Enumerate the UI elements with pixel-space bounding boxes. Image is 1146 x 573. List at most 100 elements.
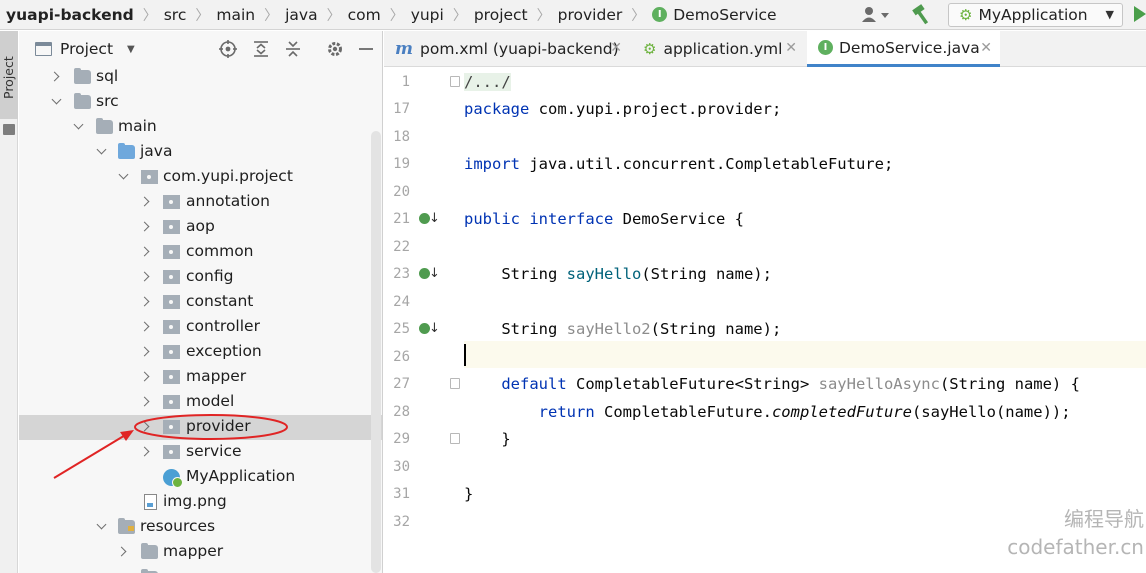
- tree-item-src[interactable]: src: [19, 90, 382, 115]
- run-icon[interactable]: [1134, 6, 1146, 22]
- chevron-right-icon[interactable]: [140, 345, 154, 359]
- chevron-down-icon[interactable]: [95, 145, 109, 159]
- tab-application-yml[interactable]: ⚙ application.yml ✕: [632, 31, 805, 67]
- scrollbar[interactable]: [371, 131, 381, 573]
- code-token: CompletableFuture.: [594, 403, 772, 421]
- line-number: 24: [393, 294, 410, 310]
- chevron-right-icon[interactable]: [140, 445, 154, 459]
- chevron-right-icon[interactable]: [140, 270, 154, 284]
- breadcrumb-item-java[interactable]: java: [285, 6, 317, 24]
- chevron-down-icon[interactable]: [50, 95, 64, 109]
- code-token: sayHelloAsync: [818, 375, 940, 393]
- fold-toggle-icon[interactable]: [450, 378, 460, 389]
- implementations-gutter-icon[interactable]: ↓: [419, 211, 440, 228]
- package-icon: [141, 170, 158, 184]
- breadcrumb-item-src[interactable]: src: [164, 6, 187, 24]
- line-number: 29: [393, 431, 410, 447]
- chevron-right-icon[interactable]: [140, 370, 154, 384]
- code-token: com.yupi.project.provider;: [529, 100, 782, 118]
- line-number: 22: [393, 239, 410, 255]
- folded-region[interactable]: /.../: [464, 73, 511, 91]
- breadcrumb-item-yupi[interactable]: yupi: [411, 6, 444, 24]
- fold-toggle-icon[interactable]: [450, 76, 460, 87]
- code-token: String: [501, 265, 567, 283]
- tree-item-main[interactable]: main: [19, 115, 382, 140]
- chevron-right-icon[interactable]: [140, 195, 154, 209]
- tree-item-mapper[interactable]: mapper: [19, 365, 382, 390]
- breadcrumb-item-demoservice[interactable]: I DemoService: [652, 6, 777, 24]
- tree-item-sql[interactable]: sql: [19, 65, 382, 90]
- chevron-right-icon[interactable]: [140, 395, 154, 409]
- breadcrumb-item-project-pkg[interactable]: project: [474, 6, 528, 24]
- chevron-down-icon: ▼: [1105, 8, 1114, 21]
- tree-item-java[interactable]: java: [19, 140, 382, 165]
- user-account-icon[interactable]: [860, 5, 894, 25]
- tree-item-service[interactable]: service: [19, 440, 382, 465]
- project-window-icon: [35, 42, 52, 56]
- line-number: 32: [393, 514, 410, 530]
- chevron-down-icon[interactable]: [95, 520, 109, 534]
- implementations-gutter-icon[interactable]: ↓: [419, 321, 440, 338]
- tree-item-myapplication[interactable]: MyApplication: [19, 465, 382, 490]
- code-line-17: package com.yupi.project.provider;: [464, 97, 781, 121]
- minimize-icon[interactable]: [356, 39, 376, 59]
- breadcrumb-item-main[interactable]: main: [216, 6, 255, 24]
- tree-item-annotation[interactable]: annotation: [19, 190, 382, 215]
- chevron-right-icon[interactable]: [140, 295, 154, 309]
- tab-demoservice-java[interactable]: I DemoService.java ✕: [807, 31, 1000, 67]
- chevron-down-icon[interactable]: [117, 170, 131, 184]
- breadcrumb-item-com[interactable]: com: [348, 6, 381, 24]
- line-number: 23: [393, 266, 410, 282]
- gear-icon[interactable]: [325, 39, 345, 59]
- tree-item-resources[interactable]: resources: [19, 515, 382, 540]
- chevron-right-icon[interactable]: [140, 245, 154, 259]
- spring-boot-icon: ⚙: [959, 6, 973, 24]
- chevron-right-icon[interactable]: [117, 545, 131, 559]
- tree-item-controller[interactable]: controller: [19, 315, 382, 340]
- code-area[interactable]: /.../ package com.yupi.project.provider;…: [464, 68, 1146, 573]
- tab-pom-xml[interactable]: m pom.xml (yuapi-backend) ✕: [384, 31, 630, 67]
- project-tool-window-button[interactable]: Project: [0, 31, 18, 119]
- folder-icon: [74, 68, 91, 84]
- run-configuration-select[interactable]: ⚙ MyApplication ▼: [948, 3, 1123, 27]
- watermark-line-2: codefather.cn: [1007, 535, 1144, 559]
- tree-item-label: exception: [186, 342, 262, 360]
- package-icon: [163, 445, 180, 459]
- chevron-down-icon[interactable]: [72, 120, 86, 134]
- close-icon[interactable]: ✕: [610, 40, 622, 56]
- folder-icon: [96, 118, 113, 134]
- tree-item-exception[interactable]: exception: [19, 340, 382, 365]
- fold-toggle-icon[interactable]: [450, 433, 460, 444]
- line-number: 28: [393, 404, 410, 420]
- tree-item-partial[interactable]: [19, 565, 382, 573]
- collapse-all-icon[interactable]: [283, 39, 303, 59]
- code-token: public: [464, 210, 520, 228]
- breadcrumb-item-provider[interactable]: provider: [558, 6, 623, 24]
- chevron-right-icon[interactable]: [140, 220, 154, 234]
- tree-item-constant[interactable]: constant: [19, 290, 382, 315]
- chevron-right-icon[interactable]: [140, 420, 154, 434]
- implementations-gutter-icon[interactable]: ↓: [419, 266, 440, 283]
- tree-item-resources-mapper[interactable]: mapper: [19, 540, 382, 565]
- tree-item-config[interactable]: config: [19, 265, 382, 290]
- tree-item-com-yupi-project[interactable]: com.yupi.project: [19, 165, 382, 190]
- close-icon[interactable]: ✕: [980, 40, 992, 56]
- tree-item-label: MyApplication: [186, 467, 296, 485]
- expand-all-icon[interactable]: [251, 39, 271, 59]
- folder-icon[interactable]: [3, 124, 15, 135]
- tree-item-model[interactable]: model: [19, 390, 382, 415]
- tree-item-aop[interactable]: aop: [19, 215, 382, 240]
- breadcrumb-item-project[interactable]: yuapi-backend: [6, 6, 134, 24]
- locate-file-icon[interactable]: [218, 39, 238, 59]
- project-view-select[interactable]: Project ▼: [35, 39, 135, 59]
- tree-item-img-png[interactable]: img.png: [19, 490, 382, 515]
- code-line-1: /.../: [464, 70, 511, 94]
- tree-item-common[interactable]: common: [19, 240, 382, 265]
- close-icon[interactable]: ✕: [785, 40, 797, 56]
- tree-item-label: java: [140, 142, 173, 160]
- chevron-right-icon[interactable]: [140, 320, 154, 334]
- chevron-right-icon[interactable]: [50, 70, 64, 84]
- build-hammer-icon[interactable]: [910, 3, 934, 27]
- tab-label: application.yml: [663, 40, 783, 58]
- tree-item-provider[interactable]: provider: [19, 415, 382, 440]
